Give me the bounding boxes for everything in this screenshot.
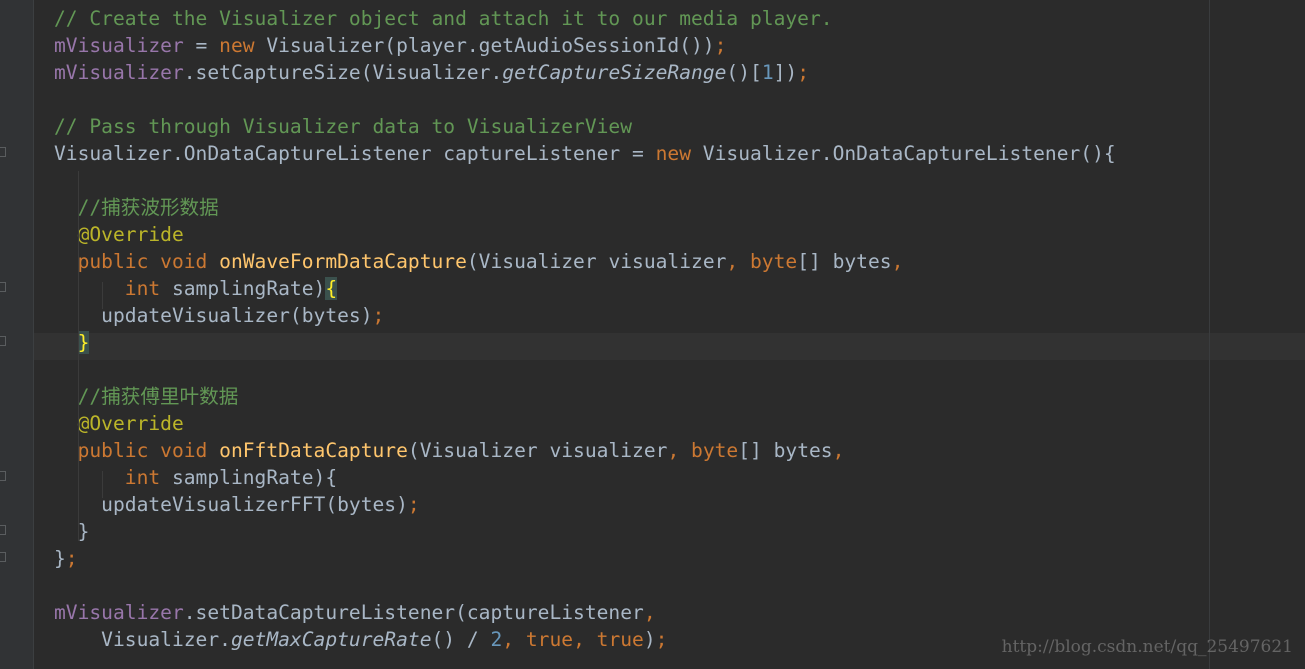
code-line[interactable]: public void onFftDataCapture(Visualizer … (54, 437, 1116, 464)
fold-marker-icon[interactable] (0, 147, 6, 157)
code-line[interactable]: int samplingRate){ (54, 464, 1116, 491)
code-line[interactable]: public void onWaveFormDataCapture(Visual… (54, 248, 1116, 275)
indent-guide (102, 282, 103, 309)
code-line[interactable]: mVisualizer.setCaptureSize(Visualizer.ge… (54, 59, 1116, 86)
code-line[interactable]: //捕获波形数据 (54, 194, 1116, 221)
code-line[interactable]: @Override (54, 221, 1116, 248)
fold-marker-icon[interactable] (0, 471, 6, 481)
code-line[interactable]: updateVisualizerFFT(bytes); (54, 491, 1116, 518)
code-line[interactable]: updateVisualizer(bytes); (54, 302, 1116, 329)
code-line[interactable] (54, 86, 1116, 113)
code-line[interactable]: // Create the Visualizer object and atta… (54, 5, 1116, 32)
code-line[interactable]: }; (54, 545, 1116, 572)
indent-guide (78, 171, 79, 541)
fold-marker-icon[interactable] (0, 336, 6, 346)
code-line[interactable]: @Override (54, 410, 1116, 437)
code-line[interactable]: Visualizer.getMaxCaptureRate() / 2, true… (54, 626, 1116, 653)
fold-marker-icon[interactable] (0, 552, 6, 562)
code-line[interactable]: //捕获傅里叶数据 (54, 383, 1116, 410)
code-line[interactable]: } (54, 518, 1116, 545)
code-line[interactable]: int samplingRate){ (54, 275, 1116, 302)
code-line[interactable]: } (54, 329, 1116, 356)
indent-guide (102, 471, 103, 498)
fold-marker-icon[interactable] (0, 282, 6, 292)
code-line[interactable]: // Pass through Visualizer data to Visua… (54, 113, 1116, 140)
fold-marker-icon[interactable] (0, 525, 6, 535)
editor-gutter (0, 0, 34, 669)
code-line[interactable] (54, 356, 1116, 383)
code-line[interactable]: mVisualizer = new Visualizer(player.getA… (54, 32, 1116, 59)
code-line[interactable]: Visualizer.OnDataCaptureListener capture… (54, 140, 1116, 167)
watermark: http://blog.csdn.net/qq_25497621 (1001, 637, 1293, 657)
code-line[interactable] (54, 572, 1116, 599)
code-line[interactable] (54, 167, 1116, 194)
right-margin-guide (1209, 0, 1210, 669)
code-line[interactable]: mVisualizer.setDataCaptureListener(captu… (54, 599, 1116, 626)
code-editor[interactable]: // Create the Visualizer object and atta… (54, 5, 1116, 653)
